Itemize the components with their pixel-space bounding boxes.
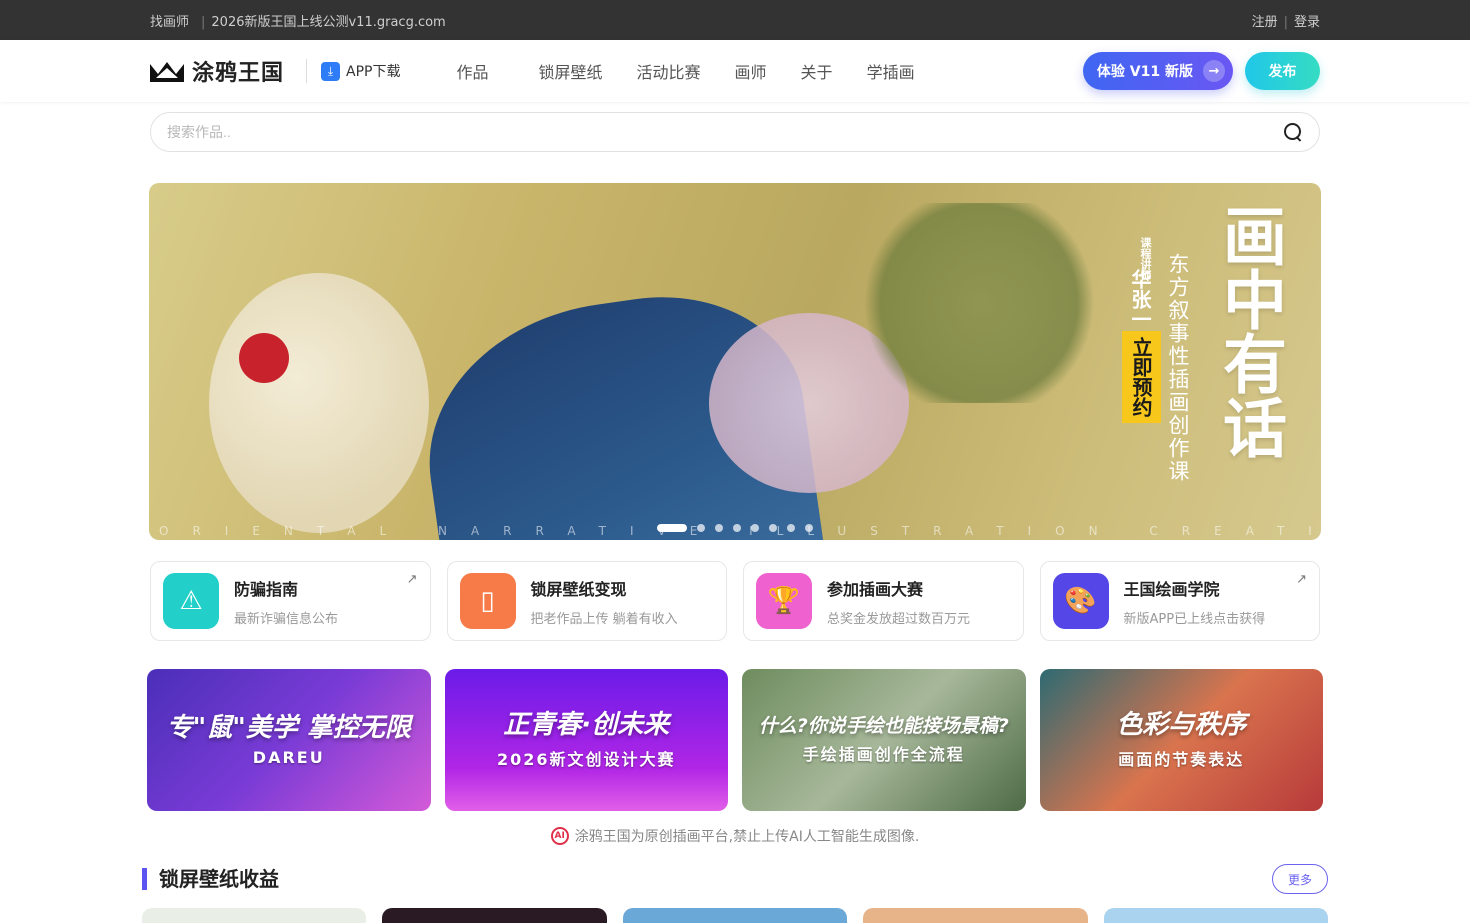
carousel-dot[interactable] xyxy=(787,524,795,532)
carousel-dot[interactable] xyxy=(751,524,759,532)
tablet-icon: ▯ xyxy=(459,573,516,629)
announcement-link[interactable]: 2026新版王国上线公测v11.gracg.com xyxy=(211,15,445,30)
hero-banner[interactable]: 课程讲师 华张一 立即预约 东方叙事性插画创作课 画中有话 ORIENTAL N… xyxy=(149,183,1321,540)
nav-lockscreen[interactable]: 锁屏壁纸 xyxy=(539,59,603,83)
wallpaper-thumb[interactable] xyxy=(622,908,848,923)
palette-icon: 🎨 xyxy=(1052,573,1109,629)
carousel-dot[interactable] xyxy=(697,524,705,532)
section-header: 锁屏壁纸收益 更多 xyxy=(142,864,1328,894)
search-input[interactable] xyxy=(167,124,1283,140)
carousel-dot[interactable] xyxy=(733,524,741,532)
main-nav: 作品 锁屏壁纸 活动比赛 画师 关于 学插画 xyxy=(456,59,948,83)
promo-banners: 专"鼠"美学 掌控无限 DAREU 正青春·创未来 2026新文创设计大赛 什么?你… xyxy=(147,669,1323,811)
nav-about[interactable]: 关于 xyxy=(801,59,833,83)
card-contest[interactable]: 🏆 参加插画大赛总奖金发放超过数百万元 xyxy=(743,561,1024,641)
divider: | xyxy=(1283,14,1288,30)
card-desc: 新版APP已上线点击获得 xyxy=(1123,611,1266,627)
arrow-right-icon: → xyxy=(1203,60,1225,82)
banner-title: 画中有话 xyxy=(1212,203,1287,459)
nav-works[interactable]: 作品 xyxy=(456,59,488,83)
ai-notice: AI 涂鸦王国为原创插画平台,禁止上传AI人工智能生成图像. xyxy=(0,826,1470,846)
find-artist-link[interactable]: 找画师 xyxy=(150,15,189,30)
wallpaper-thumbnails xyxy=(142,908,1329,923)
promo-sub: 2026新文创设计大赛 xyxy=(496,749,676,769)
card-desc: 最新诈骗信息公布 xyxy=(234,611,339,627)
trophy-icon: 🏆 xyxy=(756,573,812,629)
app-download-label: APP下载 xyxy=(346,64,401,80)
download-icon: ⤓ xyxy=(321,61,341,81)
login-link[interactable]: 登录 xyxy=(1294,15,1320,30)
app-download-link[interactable]: ⤓ APP下载 xyxy=(321,61,400,81)
section-title: 锁屏壁纸收益 xyxy=(142,868,279,890)
promo-title: 什么?你说手绘也能接场景稿? xyxy=(758,714,1009,737)
carousel-dot[interactable] xyxy=(805,524,813,532)
promo-title: 正青春·创未来 xyxy=(503,710,670,741)
search-bar xyxy=(150,112,1320,152)
promo-dareu[interactable]: 专"鼠"美学 掌控无限 DAREU xyxy=(147,669,431,811)
banner-art-crane-head xyxy=(239,333,289,383)
card-anti-fraud[interactable]: ⚠ 防骗指南最新诈骗信息公布 ↗ xyxy=(150,561,431,641)
carousel-dot[interactable] xyxy=(715,524,723,532)
card-desc: 总奖金发放超过数百万元 xyxy=(827,611,971,627)
ai-notice-text: 涂鸦王国为原创插画平台,禁止上传AI人工智能生成图像. xyxy=(574,829,920,845)
publish-button[interactable]: 发布 xyxy=(1245,52,1320,90)
logo-text: 涂鸦王国 xyxy=(192,61,285,86)
promo-hand-drawn[interactable]: 什么?你说手绘也能接场景稿? 手绘插画创作全流程 xyxy=(742,669,1026,811)
promo-color-order[interactable]: 色彩与秩序画面的节奏表达 xyxy=(1039,669,1323,811)
header: 涂鸦王国 ⤓ APP下载 作品 锁屏壁纸 活动比赛 画师 关于 学插画 体验 V… xyxy=(0,40,1470,102)
external-link-icon: ↗ xyxy=(1296,572,1307,587)
top-bar: 找画师 | 2026新版王国上线公测v11.gracg.com 注册 | 登录 xyxy=(0,0,1470,40)
wallpaper-thumb[interactable] xyxy=(863,908,1088,923)
carousel-dot[interactable] xyxy=(657,524,687,532)
promo-title: 专"鼠"美学 掌控无限 xyxy=(166,712,411,743)
promo-sub: 手绘插画创作全流程 xyxy=(802,745,965,765)
carousel-dot[interactable] xyxy=(769,524,777,532)
wallpaper-thumb[interactable] xyxy=(1103,908,1329,923)
card-academy[interactable]: 🎨 王国绘画学院新版APP已上线点击获得 ↗ xyxy=(1039,561,1320,641)
wallpaper-thumb[interactable] xyxy=(382,908,607,923)
card-title: 参加插画大赛 xyxy=(827,579,924,599)
promo-title: 色彩与秩序 xyxy=(1116,710,1247,741)
crown-logo-icon xyxy=(150,62,184,82)
logo[interactable]: 涂鸦王国 xyxy=(150,55,321,87)
try-v11-button[interactable]: 体验 V11 新版 → xyxy=(1082,52,1233,90)
banner-art-crane xyxy=(209,273,429,533)
ai-ban-icon: AI xyxy=(550,827,569,845)
warning-icon: ⚠ xyxy=(163,573,219,629)
nav-contests[interactable]: 活动比赛 xyxy=(637,59,701,83)
try-v11-label: 体验 V11 新版 xyxy=(1096,64,1193,80)
nav-artists[interactable]: 画师 xyxy=(735,59,767,83)
divider xyxy=(306,59,308,83)
search-icon[interactable] xyxy=(1283,122,1303,142)
divider: | xyxy=(201,14,206,30)
wallpaper-thumb[interactable] xyxy=(142,908,367,923)
register-link[interactable]: 注册 xyxy=(1252,15,1278,30)
promo-design-contest[interactable]: 正青春·创未来 2026新文创设计大赛 xyxy=(444,669,728,811)
card-lockscreen-income[interactable]: ▯ 锁屏壁纸变现把老作品上传 躺着有收入 xyxy=(446,561,727,641)
card-title: 防骗指南 xyxy=(234,579,299,599)
banner-reserve-button[interactable]: 立即预约 xyxy=(1122,331,1161,423)
promo-sub: DAREU xyxy=(252,748,325,768)
card-title: 锁屏壁纸变现 xyxy=(530,579,627,599)
more-button[interactable]: 更多 xyxy=(1272,864,1328,894)
carousel-dots xyxy=(149,524,1321,532)
card-title: 王国绘画学院 xyxy=(1123,579,1220,599)
feature-cards: ⚠ 防骗指南最新诈骗信息公布 ↗ ▯ 锁屏壁纸变现把老作品上传 躺着有收入 🏆 … xyxy=(150,561,1320,641)
banner-art-foliage xyxy=(849,203,1109,403)
promo-sub: 画面的节奏表达 xyxy=(1118,749,1245,769)
banner-teacher-name: 华张一 xyxy=(1128,269,1152,329)
card-desc: 把老作品上传 躺着有收入 xyxy=(530,611,678,627)
nav-learn[interactable]: 学插画 xyxy=(867,59,915,83)
banner-subtitle: 东方叙事性插画创作课 xyxy=(1166,253,1190,483)
external-link-icon: ↗ xyxy=(406,572,418,587)
